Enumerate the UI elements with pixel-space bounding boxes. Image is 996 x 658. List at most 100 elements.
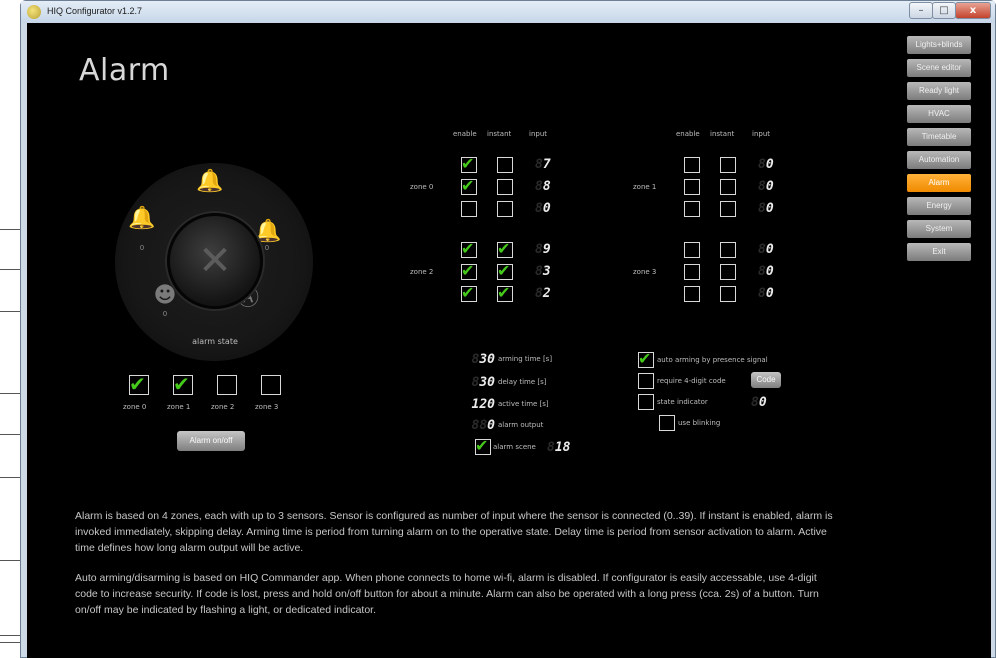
- title-bar[interactable]: HIQ Configurator v1.2.7 – □ x: [21, 1, 995, 23]
- code-button[interactable]: Code: [751, 372, 781, 388]
- sensor-input-value[interactable]: 88: [535, 179, 551, 195]
- zone-enable-checkbox[interactable]: ✔: [461, 284, 477, 302]
- zone-instant-checkbox[interactable]: [497, 201, 513, 217]
- zone-enable-checkbox[interactable]: ✔: [461, 177, 477, 195]
- zone-arm-checkbox[interactable]: ✔: [129, 372, 149, 396]
- nav-lights-blinds-button[interactable]: Lights+blinds: [907, 36, 971, 54]
- strip-line: [0, 311, 20, 312]
- zone-instant-checkbox[interactable]: [720, 286, 736, 302]
- zone-enable-checkbox[interactable]: [684, 264, 700, 280]
- zone-enable-checkbox[interactable]: [684, 157, 700, 173]
- nav-automation-button[interactable]: Automation: [907, 151, 971, 169]
- zone-enable-checkbox[interactable]: [684, 201, 700, 217]
- zone-instant-checkbox[interactable]: [720, 157, 736, 173]
- strip-line: [0, 642, 20, 643]
- sensor-input-digit: 0: [765, 264, 774, 279]
- zone-instant-checkbox[interactable]: ✔: [497, 262, 513, 280]
- zone-arm-checkbox[interactable]: [261, 375, 281, 395]
- sensor-input-value[interactable]: 80: [535, 201, 551, 217]
- zone-enable-checkbox[interactable]: [684, 242, 700, 258]
- sensor-input-value[interactable]: 80: [758, 179, 774, 195]
- arming-time-value[interactable]: 830: [461, 352, 495, 368]
- nav-alarm-button[interactable]: Alarm: [907, 174, 971, 192]
- page-title: Alarm: [79, 53, 170, 88]
- zone-arm-label: zone 0: [123, 403, 147, 411]
- use-blinking-checkbox[interactable]: [659, 415, 675, 431]
- sensor-input-value[interactable]: 80: [758, 201, 774, 217]
- alarm-output-value[interactable]: 880: [461, 418, 495, 434]
- nav-scene-editor-button[interactable]: Scene editor: [907, 59, 971, 77]
- close-button[interactable]: x: [955, 2, 991, 19]
- nav-exit-button[interactable]: Exit: [907, 243, 971, 261]
- sensor-input-value[interactable]: 83: [535, 264, 551, 280]
- state-indicator-label: state indicator: [657, 398, 708, 406]
- auto-arming-checkbox[interactable]: ✔: [638, 350, 654, 368]
- zone-instant-checkbox[interactable]: [497, 157, 513, 173]
- zone-instant-checkbox[interactable]: [720, 242, 736, 258]
- delay-time-label: delay time [s]: [498, 378, 547, 386]
- require-code-checkbox[interactable]: [638, 373, 654, 389]
- disarmed-x-icon: ✕: [198, 238, 232, 284]
- alarm-state-button[interactable]: ✕: [167, 213, 263, 309]
- sensor-input-digit: 9: [542, 242, 551, 257]
- zone-instant-checkbox[interactable]: [720, 201, 736, 217]
- nav-ready-light-button[interactable]: Ready light: [907, 82, 971, 100]
- checkmark-icon: ✔: [129, 372, 146, 396]
- app-icon: [27, 5, 41, 19]
- zone-label: zone 2: [410, 268, 434, 276]
- sensor-input-value[interactable]: 80: [758, 264, 774, 280]
- unused-digit: 8: [758, 157, 766, 172]
- zone-enable-checkbox[interactable]: ✔: [461, 154, 477, 173]
- sensor-input-value[interactable]: 80: [758, 286, 774, 302]
- state-indicator-value[interactable]: 80: [751, 395, 781, 411]
- sensor-input-digit: 7: [542, 157, 551, 172]
- zone-arm-label: zone 3: [255, 403, 279, 411]
- nav-system-button[interactable]: System: [907, 220, 971, 238]
- arming-time-label: arming time [s]: [498, 355, 553, 363]
- maximize-button[interactable]: □: [932, 2, 956, 19]
- checkmark-icon: ✔: [461, 154, 475, 173]
- zone-enable-checkbox[interactable]: [684, 179, 700, 195]
- sensor-input-value[interactable]: 87: [535, 157, 551, 173]
- nav-timetable-button[interactable]: Timetable: [907, 128, 971, 146]
- sensor-input-value[interactable]: 80: [758, 242, 774, 258]
- help-paragraph: Auto arming/disarming is based on HIQ Co…: [75, 572, 819, 616]
- nav-hvac-button[interactable]: HVAC: [907, 105, 971, 123]
- zone-arm-checkbox[interactable]: [217, 375, 237, 395]
- bell-left-icon[interactable]: 🔔: [127, 206, 157, 231]
- zone-instant-checkbox[interactable]: [720, 264, 736, 280]
- zone-enable-checkbox[interactable]: [461, 201, 477, 217]
- strip-line: [0, 434, 20, 435]
- checkmark-icon: ✔: [475, 436, 489, 455]
- unused-digit: 8: [535, 157, 543, 172]
- delay-time-value[interactable]: 830: [461, 375, 495, 391]
- zone-label: zone 1: [633, 183, 657, 191]
- zone-enable-checkbox[interactable]: [684, 286, 700, 302]
- use-blinking-label: use blinking: [678, 419, 721, 427]
- alarm-scene-checkbox[interactable]: ✔: [475, 436, 491, 455]
- bell-top-icon[interactable]: 🔔: [195, 169, 225, 194]
- zone-instant-checkbox[interactable]: ✔: [497, 284, 513, 302]
- zone-enable-checkbox[interactable]: ✔: [461, 262, 477, 280]
- zone-instant-checkbox[interactable]: ✔: [497, 240, 513, 258]
- zone-instant-checkbox[interactable]: [720, 179, 736, 195]
- column-header-input: input: [529, 130, 548, 138]
- sensor-input-digit: 0: [765, 157, 774, 172]
- sensor-input-value[interactable]: 82: [535, 286, 551, 302]
- alarm-on-off-button[interactable]: Alarm on/off: [177, 431, 245, 451]
- checkmark-icon: ✔: [173, 372, 190, 396]
- unused-digit: 8: [758, 264, 766, 279]
- nav-energy-button[interactable]: Energy: [907, 197, 971, 215]
- minimize-button[interactable]: –: [909, 2, 933, 19]
- alarm-scene-value[interactable]: 818: [547, 440, 581, 456]
- state-indicator-checkbox[interactable]: [638, 394, 654, 410]
- zone-instant-checkbox[interactable]: [497, 179, 513, 195]
- sensor-input-value[interactable]: 89: [535, 242, 551, 258]
- sensor-input-digit: 0: [765, 201, 774, 216]
- auto-arming-label: auto arming by presence signal: [657, 356, 768, 364]
- unused-digit: 8: [535, 264, 543, 279]
- zone-arm-checkbox[interactable]: ✔: [173, 372, 193, 396]
- active-time-value[interactable]: 120: [461, 397, 495, 413]
- sensor-input-value[interactable]: 80: [758, 157, 774, 173]
- zone-enable-checkbox[interactable]: ✔: [461, 240, 477, 258]
